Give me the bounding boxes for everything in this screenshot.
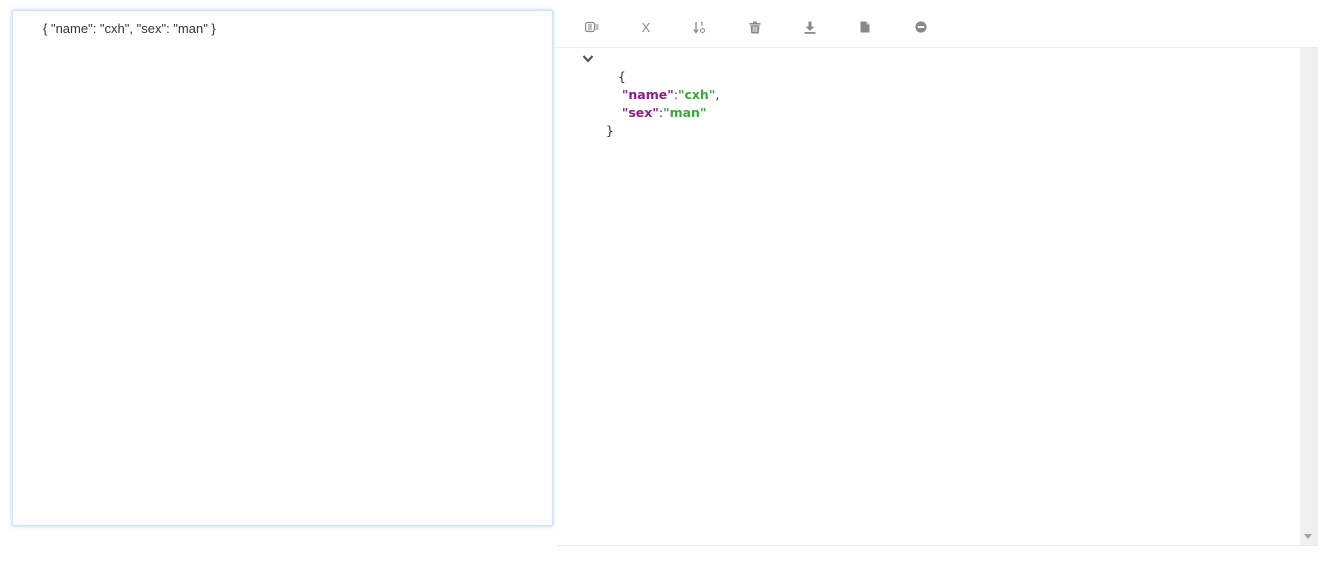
sort-button[interactable] xyxy=(688,16,710,38)
collapse-toggle-icon[interactable] xyxy=(582,53,594,65)
file-icon xyxy=(860,21,870,33)
vertical-scrollbar[interactable] xyxy=(1300,48,1318,545)
sort-icon xyxy=(692,21,706,34)
download-icon xyxy=(804,21,816,34)
json-tree-viewer: { "name":"cxh", "sex":"man" } xyxy=(557,48,1301,545)
download-button[interactable] xyxy=(799,16,821,38)
format-icon xyxy=(585,21,599,33)
minus-circle-icon xyxy=(915,21,927,33)
trash-icon xyxy=(749,21,761,34)
json-open-brace: { xyxy=(617,69,626,84)
json-input-text[interactable]: { "name": "cxh", "sex": "man" } xyxy=(43,21,216,36)
escape-button[interactable]: X xyxy=(635,16,657,38)
format-button[interactable] xyxy=(581,16,603,38)
scroll-down-arrow-icon[interactable] xyxy=(1304,534,1312,539)
toolbar: X xyxy=(557,0,1318,48)
json-pair-name: "name":"cxh", xyxy=(621,87,720,102)
json-close-brace: } xyxy=(605,123,614,138)
file-button[interactable] xyxy=(854,16,876,38)
json-output-panel: X {"name":"cxh", "sex":"man"} xyxy=(557,0,1318,546)
json-value: "man" xyxy=(663,105,707,120)
json-input-panel[interactable]: { "name": "cxh", "sex": "man" } xyxy=(12,10,553,526)
collapse-button[interactable] xyxy=(910,16,932,38)
json-pair-sex: "sex":"man" xyxy=(621,105,707,120)
close-x-icon: X xyxy=(641,19,651,35)
delete-button[interactable] xyxy=(744,16,766,38)
json-key: "sex" xyxy=(621,105,659,120)
